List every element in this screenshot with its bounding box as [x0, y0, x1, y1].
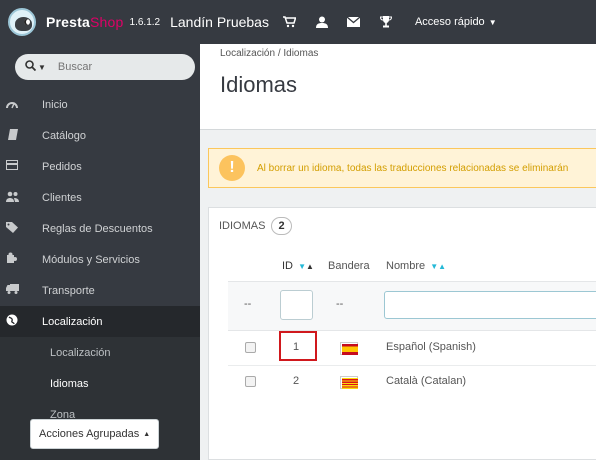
sidebar-item-descuentos[interactable]: Reglas de Descuentos — [0, 213, 200, 244]
row-name: Català (Catalan) — [386, 375, 467, 387]
shop-name-link[interactable]: Landín Pruebas — [170, 14, 269, 30]
page-title: Idiomas — [220, 72, 298, 97]
flag-es-icon — [340, 342, 358, 355]
puffin-logo-icon — [8, 8, 36, 36]
sidebar-item-pedidos[interactable]: Pedidos — [0, 151, 200, 182]
filter-placeholder: -- — [336, 298, 344, 310]
quick-access-label: Acceso rápido — [414, 16, 485, 28]
language-count-badge: 2 — [271, 217, 292, 235]
sidebar-item-label: Módulos y Servicios — [42, 253, 140, 266]
flag-ca-icon — [340, 376, 358, 389]
filter-row: -- -- — [228, 281, 596, 331]
highlight-box — [279, 331, 317, 361]
row-divider — [228, 365, 596, 366]
sidebar-nav: Inicio Catálogo Pedidos Clientes Reglas … — [0, 89, 200, 460]
search-input[interactable] — [57, 61, 168, 73]
search-scope-caret-icon[interactable]: ▼ — [38, 63, 46, 72]
column-name-label: Nombre — [386, 260, 426, 272]
row-id: 2 — [292, 375, 300, 387]
sidebar-item-label: Transporte — [42, 284, 95, 297]
header-bar: PrestaShop 1.6.1.2 Landín Pruebas Acceso… — [0, 0, 596, 44]
cart-icon[interactable] — [283, 15, 297, 29]
column-flag: Bandera — [328, 260, 370, 272]
column-id-label: ID — [282, 260, 293, 272]
tag-icon — [5, 221, 19, 236]
search-icon[interactable] — [25, 60, 37, 74]
brand-accent: Shop — [90, 14, 124, 30]
sidebar-item-localizacion[interactable]: Localización — [0, 306, 200, 337]
panel-heading: IDIOMAS 2 — [209, 208, 596, 244]
sidebar-item-label: Pedidos — [42, 160, 82, 173]
sidebar-item-clientes[interactable]: Clientes — [0, 182, 200, 213]
book-icon — [5, 128, 19, 143]
column-id[interactable]: ID ▼▲ — [282, 260, 314, 272]
subitem-idiomas[interactable]: Idiomas — [0, 368, 200, 399]
version-label: 1.6.1.2 — [129, 16, 161, 28]
bulk-actions-button[interactable]: Acciones Agrupadas ▲ — [30, 419, 160, 449]
filter-name-input[interactable] — [384, 291, 596, 319]
sidebar-item-catalogo[interactable]: Catálogo — [0, 120, 200, 151]
quick-access-menu[interactable]: Acceso rápido ▼ — [415, 16, 497, 28]
sidebar-item-label: Catálogo — [42, 129, 87, 142]
sort-arrows-icon[interactable]: ▼▲ — [298, 262, 314, 271]
dashboard-icon — [5, 98, 19, 112]
caret-up-icon: ▲ — [143, 430, 151, 438]
sidebar: ▼ Inicio Catálogo Pedidos Clientes Regla… — [0, 44, 200, 460]
table-header: ID ▼▲ Bandera Nombre ▼▲ — [228, 251, 596, 281]
warning-icon: ! — [219, 155, 245, 181]
sidebar-item-label: Localización — [42, 315, 103, 328]
brand-main: Presta — [46, 14, 91, 30]
breadcrumb[interactable]: Localización / Idiomas — [220, 48, 318, 59]
mail-icon[interactable] — [347, 15, 361, 29]
filter-id-input[interactable] — [280, 290, 313, 320]
row-name: Español (Spanish) — [386, 341, 476, 353]
column-name[interactable]: Nombre ▼▲ — [386, 260, 446, 272]
brand-name: PrestaShop — [46, 14, 124, 30]
bulk-actions-label: Acciones Agrupadas — [39, 428, 140, 440]
credit-card-icon — [5, 160, 19, 173]
caret-down-icon: ▼ — [488, 17, 497, 27]
sort-arrows-icon[interactable]: ▼▲ — [430, 262, 446, 271]
table-row[interactable]: 2 Català (Catalan) — [228, 366, 596, 399]
trophy-icon[interactable] — [379, 15, 393, 29]
warning-alert: ! Al borrar un idioma, todas las traducc… — [208, 148, 596, 188]
sidebar-item-label: Reglas de Descuentos — [42, 222, 153, 235]
row-checkbox[interactable] — [245, 376, 256, 387]
row-checkbox[interactable] — [245, 342, 256, 353]
panel-title: IDIOMAS — [219, 220, 266, 232]
sidebar-item-inicio[interactable]: Inicio — [0, 89, 200, 120]
subitem-localizacion[interactable]: Localización — [0, 337, 200, 368]
sidebar-item-modulos[interactable]: Módulos y Servicios — [0, 244, 200, 275]
sidebar-item-label: Clientes — [42, 191, 82, 204]
puzzle-icon — [5, 252, 19, 267]
truck-icon — [5, 284, 19, 297]
prestashop-logo[interactable] — [6, 7, 40, 37]
globe-icon — [5, 314, 19, 329]
sidebar-item-transporte[interactable]: Transporte — [0, 275, 200, 306]
user-icon[interactable] — [315, 15, 329, 29]
search-box[interactable]: ▼ — [15, 54, 195, 80]
filter-placeholder: -- — [244, 298, 252, 310]
page-header: Localización / Idiomas Idiomas — [200, 44, 596, 130]
sidebar-item-label: Inicio — [42, 98, 68, 111]
alert-text: Al borrar un idioma, todas las traduccio… — [257, 162, 569, 174]
users-icon — [5, 191, 19, 205]
